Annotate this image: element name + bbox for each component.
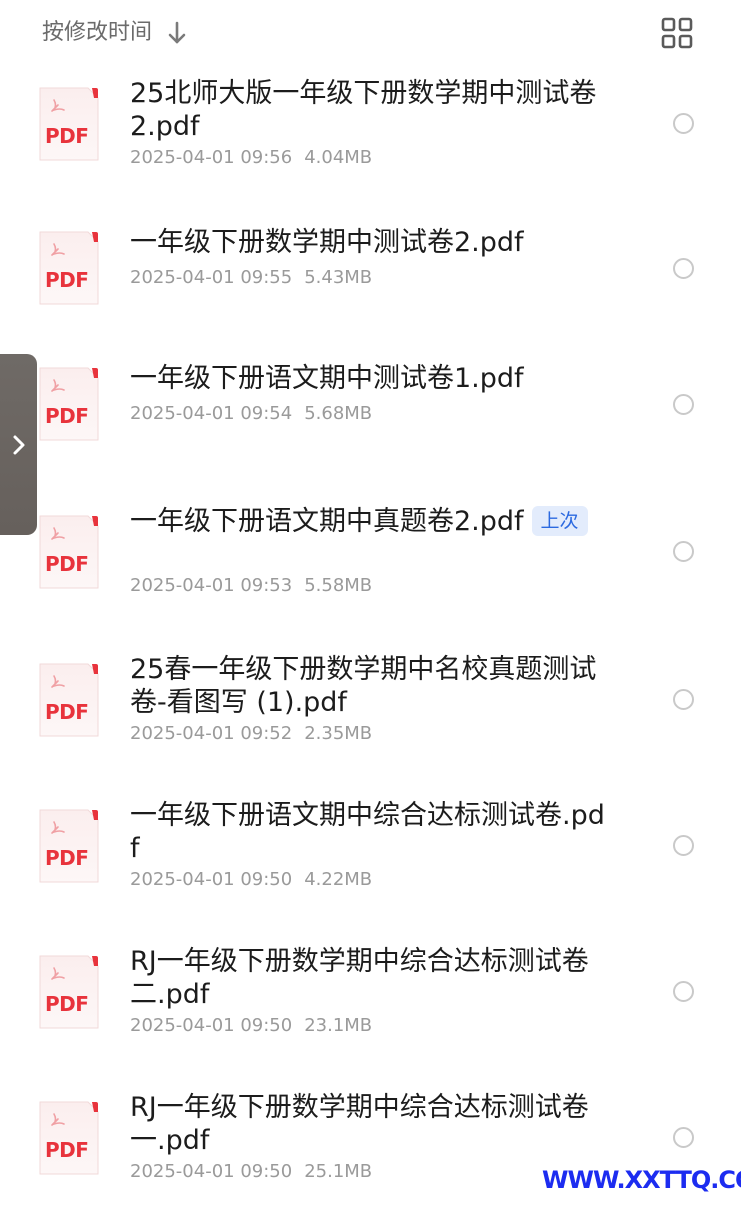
pdf-icon-label: PDF	[45, 700, 89, 724]
pdf-icon-label: PDF	[45, 846, 89, 870]
file-meta: 2025-04-01 09:50 4.22MB	[130, 868, 372, 892]
pdf-icon-label: PDF	[45, 268, 89, 292]
file-name: 一年级下册语文期中综合达标测试卷.pdf	[130, 799, 610, 865]
file-size: 25.1MB	[304, 1161, 373, 1182]
file-name-text: RJ一年级下册数学期中综合达标测试卷二.pdf	[130, 946, 589, 1010]
pdf-file-icon: PDF	[36, 808, 100, 884]
pdf-file-icon: PDF	[36, 366, 100, 442]
file-name: 一年级下册语文期中测试卷1.pdf	[130, 362, 610, 395]
select-radio[interactable]	[673, 258, 694, 279]
pdf-icon-label: PDF	[45, 992, 89, 1016]
side-panel-handle[interactable]	[0, 354, 37, 535]
pdf-file-icon: PDF	[36, 230, 100, 306]
last-opened-badge: 上次	[531, 506, 588, 536]
file-name-text: 一年级下册语文期中综合达标测试卷.pdf	[130, 800, 605, 864]
file-date: 2025-04-01 09:50	[130, 1015, 293, 1036]
sort-bar: 按修改时间	[0, 0, 741, 66]
file-size: 5.68MB	[304, 403, 373, 424]
sort-label: 按修改时间	[42, 20, 153, 45]
file-meta: 2025-04-01 09:50 23.1MB	[130, 1014, 372, 1038]
file-size: 2.35MB	[304, 723, 373, 744]
pdf-icon-label: PDF	[45, 1138, 89, 1162]
file-size: 4.22MB	[304, 869, 373, 890]
file-row[interactable]: PDF RJ一年级下册数学期中综合达标测试卷一.pdf 2025-04-01 09:…	[0, 1080, 741, 1220]
file-date: 2025-04-01 09:56	[130, 147, 293, 168]
grid-view-icon[interactable]	[660, 16, 694, 50]
file-date: 2025-04-01 09:50	[130, 1161, 293, 1182]
file-name-text: 25北师大版一年级下册数学期中测试卷2.pdf	[130, 78, 597, 142]
file-name: RJ一年级下册数学期中综合达标测试卷二.pdf	[130, 945, 610, 1011]
file-name: RJ一年级下册数学期中综合达标测试卷一.pdf	[130, 1091, 610, 1157]
file-size: 5.43MB	[304, 267, 373, 288]
select-radio[interactable]	[673, 1127, 694, 1148]
file-size: 23.1MB	[304, 1015, 373, 1036]
pdf-file-icon: PDF	[36, 1100, 100, 1176]
file-name-text: RJ一年级下册数学期中综合达标测试卷一.pdf	[130, 1092, 589, 1156]
pdf-file-icon: PDF	[36, 86, 100, 162]
file-row[interactable]: PDF 一年级下册数学期中测试卷2.pdf 2025-04-01 09:55 5.43…	[0, 216, 741, 356]
file-meta: 2025-04-01 09:50 25.1MB	[130, 1160, 372, 1184]
select-radio[interactable]	[673, 541, 694, 562]
file-meta: 2025-04-01 09:54 5.68MB	[130, 402, 372, 426]
select-radio[interactable]	[673, 394, 694, 415]
select-radio[interactable]	[673, 835, 694, 856]
file-name-text: 25春一年级下册数学期中名校真题测试卷-看图写 (1).pdf	[130, 654, 597, 718]
file-date: 2025-04-01 09:55	[130, 267, 293, 288]
file-date: 2025-04-01 09:52	[130, 723, 293, 744]
arrow-down-icon	[166, 20, 188, 46]
file-name: 25北师大版一年级下册数学期中测试卷2.pdf	[130, 77, 610, 143]
watermark: WWW.XXTTQ.COM	[542, 1166, 741, 1194]
select-radio[interactable]	[673, 689, 694, 710]
file-row[interactable]: PDF 一年级下册语文期中真题卷2.pdf 上次 2025-04-01 09:53 5.…	[0, 494, 741, 634]
file-meta: 2025-04-01 09:52 2.35MB	[130, 722, 372, 746]
file-date: 2025-04-01 09:50	[130, 869, 293, 890]
file-meta: 2025-04-01 09:55 5.43MB	[130, 266, 372, 290]
pdf-icon-label: PDF	[45, 404, 89, 428]
file-row[interactable]: PDF 25春一年级下册数学期中名校真题测试卷-看图写 (1).pdf 2025-0…	[0, 642, 741, 782]
file-meta: 2025-04-01 09:56 4.04MB	[130, 146, 372, 170]
pdf-file-icon: PDF	[36, 514, 100, 590]
file-row[interactable]: PDF 一年级下册语文期中测试卷1.pdf 2025-04-01 09:54 5.68…	[0, 352, 741, 492]
file-date: 2025-04-01 09:53	[130, 575, 293, 596]
chevron-right-icon	[13, 435, 25, 455]
select-radio[interactable]	[673, 981, 694, 1002]
file-date: 2025-04-01 09:54	[130, 403, 293, 424]
file-size: 5.58MB	[304, 575, 373, 596]
file-meta: 2025-04-01 09:53 5.58MB	[130, 574, 372, 598]
pdf-icon-label: PDF	[45, 552, 89, 576]
sort-by-modified-time-button[interactable]: 按修改时间	[42, 18, 188, 48]
file-size: 4.04MB	[304, 147, 373, 168]
pdf-file-icon: PDF	[36, 662, 100, 738]
pdf-icon-label: PDF	[45, 124, 89, 148]
file-row[interactable]: PDF 25北师大版一年级下册数学期中测试卷2.pdf 2025-04-01 09:…	[0, 66, 741, 206]
file-name-text: 一年级下册数学期中测试卷2.pdf	[130, 227, 524, 258]
file-name: 一年级下册数学期中测试卷2.pdf	[130, 226, 610, 259]
select-radio[interactable]	[673, 113, 694, 134]
file-name-text: 一年级下册语文期中测试卷1.pdf	[130, 363, 524, 394]
file-row[interactable]: PDF 一年级下册语文期中综合达标测试卷.pdf 2025-04-01 09:50 4…	[0, 788, 741, 928]
pdf-file-icon: PDF	[36, 954, 100, 1030]
file-row[interactable]: PDF RJ一年级下册数学期中综合达标测试卷二.pdf 2025-04-01 09:…	[0, 934, 741, 1074]
file-name-text: 一年级下册语文期中真题卷2.pdf	[130, 506, 524, 537]
file-name: 一年级下册语文期中真题卷2.pdf 上次	[130, 505, 610, 538]
file-name: 25春一年级下册数学期中名校真题测试卷-看图写 (1).pdf	[130, 653, 610, 719]
